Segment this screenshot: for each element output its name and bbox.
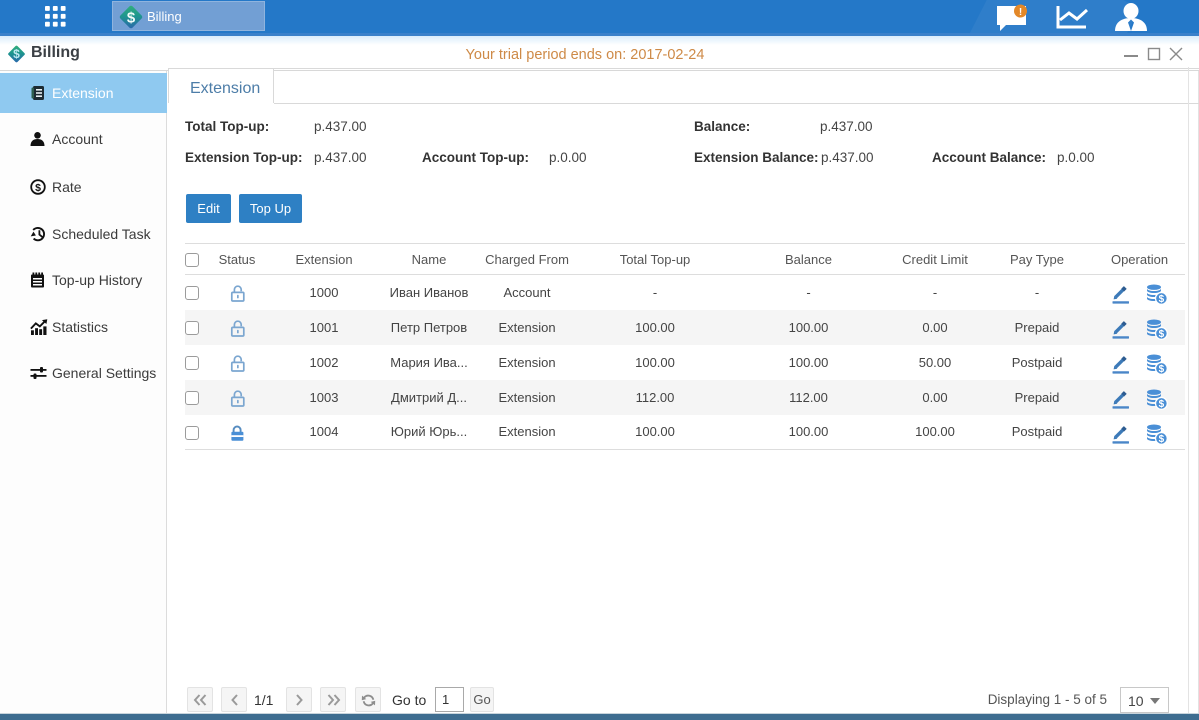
svg-text:$: $ bbox=[35, 182, 41, 194]
svg-text:$: $ bbox=[1159, 364, 1165, 375]
svg-text:$: $ bbox=[1159, 399, 1165, 410]
svg-text:$: $ bbox=[127, 10, 136, 27]
svg-text:$: $ bbox=[1159, 434, 1165, 445]
svg-text:$: $ bbox=[1159, 294, 1165, 305]
svg-text:$: $ bbox=[1159, 329, 1165, 340]
